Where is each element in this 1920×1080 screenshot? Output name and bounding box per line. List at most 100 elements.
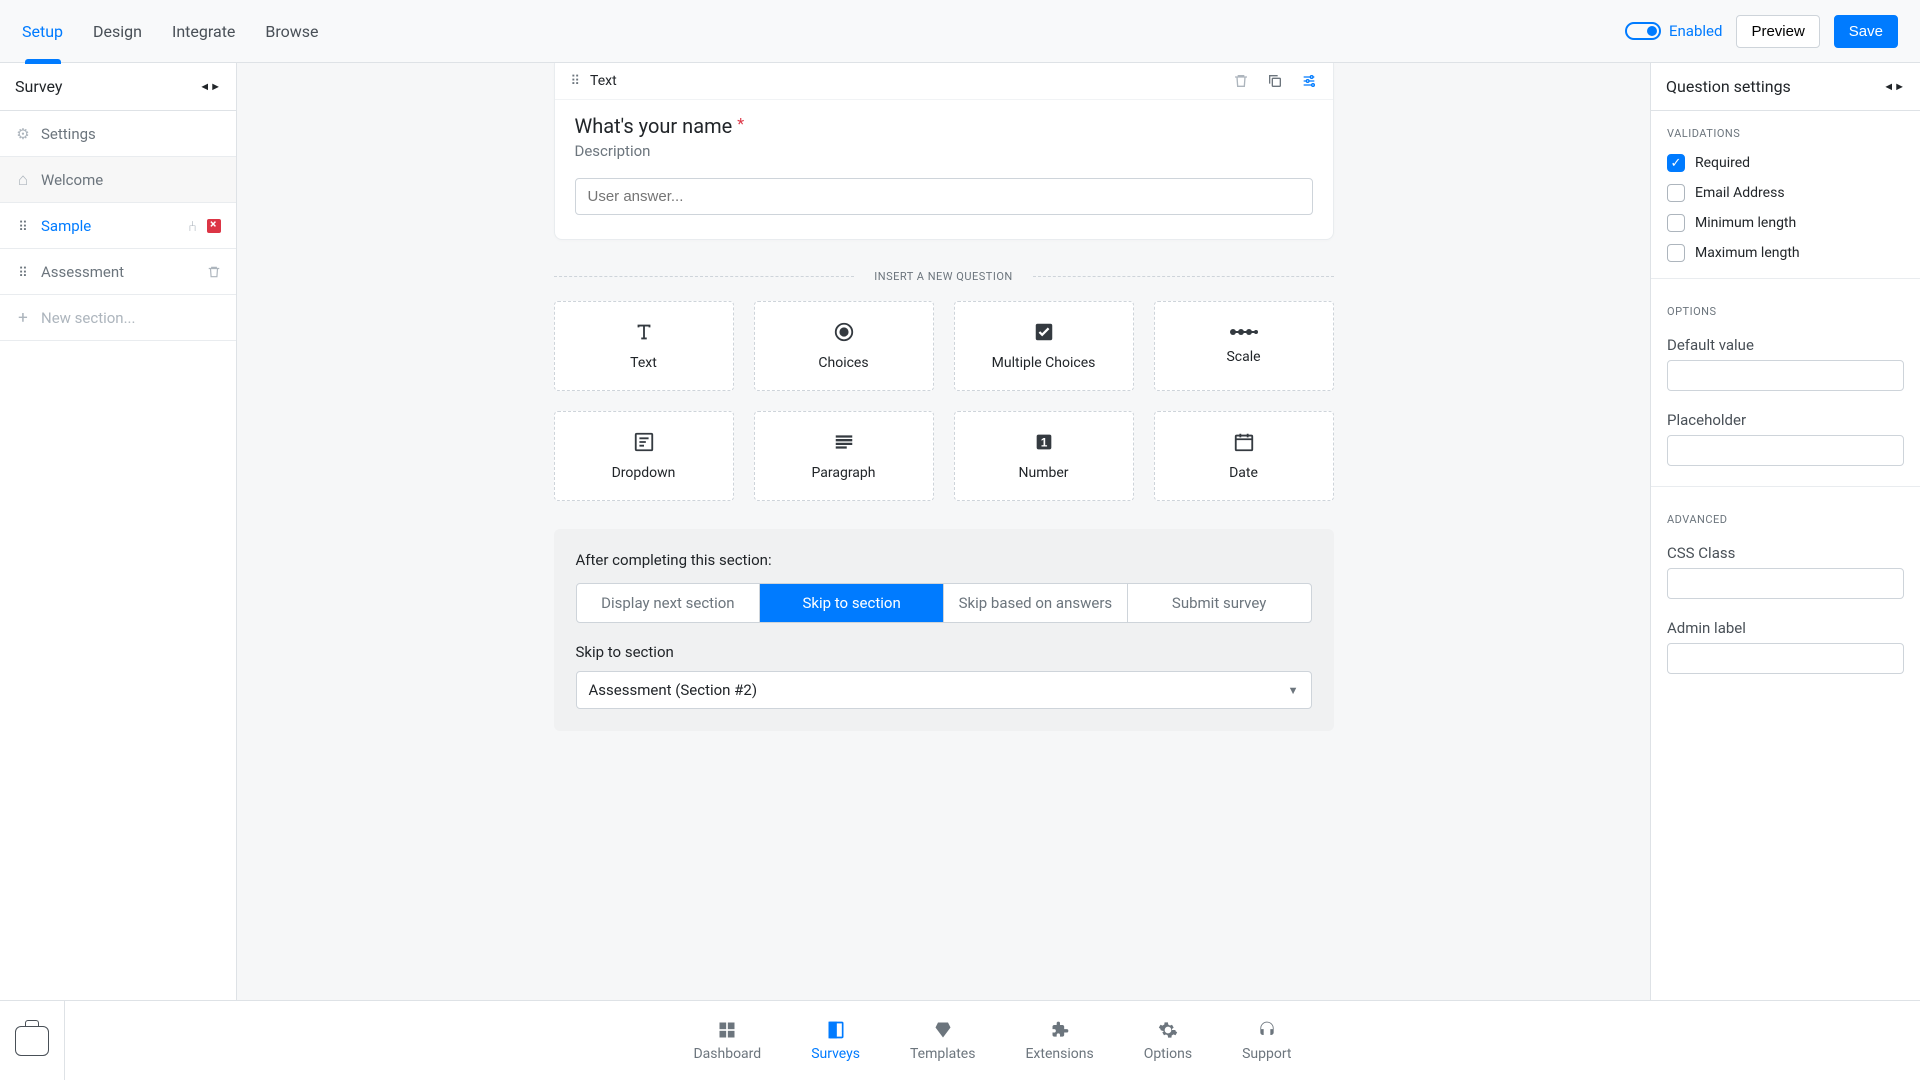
flow-option-skip-section[interactable]: Skip to section: [759, 584, 943, 622]
bottom-nav-templates[interactable]: Templates: [910, 1020, 976, 1062]
question-settings-icon[interactable]: [1301, 73, 1317, 89]
question-card-header: Text: [555, 63, 1333, 100]
checkbox-label: Email Address: [1695, 185, 1785, 201]
svg-text:1: 1: [1040, 436, 1047, 450]
qtype-scale[interactable]: Scale: [1154, 301, 1334, 391]
validation-min-length[interactable]: Minimum length: [1651, 208, 1920, 238]
templates-icon: [933, 1020, 953, 1040]
question-card[interactable]: Text What's your name *: [554, 63, 1334, 240]
briefcase-icon: [15, 1026, 49, 1056]
bottom-nav-label: Templates: [910, 1046, 976, 1062]
app-switcher[interactable]: [0, 1001, 65, 1080]
dashboard-icon: [717, 1020, 737, 1040]
sidebar-new-section[interactable]: New section...: [0, 295, 236, 341]
bottom-nav-extensions[interactable]: Extensions: [1025, 1020, 1093, 1062]
bottom-nav-dashboard[interactable]: Dashboard: [693, 1020, 761, 1062]
sidebar-item-welcome[interactable]: Welcome: [0, 157, 236, 203]
sidebar-item-settings[interactable]: Settings: [0, 111, 236, 157]
default-value-label: Default value: [1651, 326, 1920, 360]
qtype-label: Scale: [1226, 349, 1260, 365]
qtype-choices[interactable]: Choices: [754, 301, 934, 391]
bottom-nav-label: Options: [1144, 1046, 1192, 1062]
flow-option-submit[interactable]: Submit survey: [1127, 584, 1311, 622]
css-class-input[interactable]: [1667, 568, 1904, 599]
skip-to-label: Skip to section: [576, 643, 1312, 661]
options-icon: [1158, 1020, 1178, 1040]
delete-section-icon[interactable]: [207, 265, 221, 279]
question-description[interactable]: Description: [575, 142, 1313, 160]
sidebar-title: Survey: [15, 77, 62, 96]
drag-handle-icon[interactable]: [15, 263, 31, 281]
qtype-label: Date: [1229, 465, 1258, 481]
main-layout: Survey ◄► Settings Welcome Sample Assess…: [0, 63, 1920, 1000]
duplicate-question-icon[interactable]: [1267, 73, 1283, 89]
admin-label-input[interactable]: [1667, 643, 1904, 674]
center-canvas: Text What's your name *: [237, 63, 1650, 1000]
drag-handle-icon[interactable]: [15, 217, 31, 235]
question-title[interactable]: What's your name *: [575, 114, 1313, 138]
flow-option-skip-answers[interactable]: Skip based on answers: [943, 584, 1127, 622]
flow-option-display-next[interactable]: Display next section: [577, 584, 760, 622]
delete-question-icon[interactable]: [1233, 73, 1249, 89]
right-panel-title: Question settings: [1666, 77, 1791, 96]
enabled-toggle[interactable]: [1625, 22, 1661, 40]
sidebar-item-sample[interactable]: Sample: [0, 203, 236, 249]
after-completing-label: After completing this section:: [576, 551, 1312, 569]
surveys-icon: [826, 1020, 846, 1040]
sidebar-item-label: Welcome: [41, 171, 103, 189]
checkbox-label: Maximum length: [1695, 245, 1800, 261]
top-nav-actions: Enabled Preview Save: [1625, 15, 1898, 48]
support-icon: [1257, 1020, 1277, 1040]
css-class-label: CSS Class: [1651, 534, 1920, 568]
save-button[interactable]: Save: [1834, 15, 1898, 48]
options-section-label: OPTIONS: [1651, 289, 1920, 326]
divider-line: [554, 276, 855, 277]
tab-design[interactable]: Design: [93, 2, 142, 61]
answer-input[interactable]: [575, 178, 1313, 215]
qtype-label: Multiple Choices: [992, 355, 1096, 371]
default-value-input[interactable]: [1667, 360, 1904, 391]
preview-button[interactable]: Preview: [1736, 15, 1819, 48]
validation-required[interactable]: Required: [1651, 148, 1920, 178]
collapse-sidebar-icon[interactable]: ◄►: [199, 81, 221, 92]
checkbox-icon: [1667, 214, 1685, 232]
qtype-multiple-choices[interactable]: Multiple Choices: [954, 301, 1134, 391]
text-icon: [633, 321, 655, 343]
qtype-number[interactable]: 1 Number: [954, 411, 1134, 501]
enabled-label: Enabled: [1669, 22, 1722, 40]
home-icon: [15, 170, 31, 190]
tab-browse[interactable]: Browse: [265, 2, 318, 61]
placeholder-input[interactable]: [1667, 435, 1904, 466]
gear-icon: [15, 125, 31, 143]
qtype-text[interactable]: Text: [554, 301, 734, 391]
top-nav: Setup Design Integrate Browse Enabled Pr…: [0, 0, 1920, 63]
insert-divider: INSERT A NEW QUESTION: [554, 270, 1334, 283]
sidebar-item-label: Settings: [41, 125, 96, 143]
skip-to-select[interactable]: Assessment (Section #2) ▼: [576, 671, 1312, 709]
validation-max-length[interactable]: Maximum length: [1651, 238, 1920, 268]
logic-icon[interactable]: [188, 217, 197, 235]
question-types-grid: Text Choices Multiple Choices Scale Drop…: [554, 301, 1334, 501]
extensions-icon: [1050, 1020, 1070, 1040]
right-panel-header: Question settings ◄►: [1651, 63, 1920, 111]
number-icon: 1: [1033, 431, 1055, 453]
bottom-nav-support[interactable]: Support: [1242, 1020, 1291, 1062]
tab-integrate[interactable]: Integrate: [172, 2, 235, 61]
delete-section-icon[interactable]: [207, 219, 221, 233]
paragraph-icon: [833, 431, 855, 453]
bottom-bar: Dashboard Surveys Templates Extensions O…: [0, 1000, 1920, 1080]
qtype-paragraph[interactable]: Paragraph: [754, 411, 934, 501]
drag-handle-icon[interactable]: [571, 73, 581, 89]
collapse-right-icon[interactable]: ◄►: [1883, 81, 1905, 92]
plus-icon: [15, 308, 31, 328]
required-asterisk: *: [737, 114, 744, 133]
bottom-nav-options[interactable]: Options: [1144, 1020, 1192, 1062]
bottom-nav-surveys[interactable]: Surveys: [811, 1020, 860, 1062]
sidebar-item-assessment[interactable]: Assessment: [0, 249, 236, 295]
qtype-label: Paragraph: [812, 465, 876, 481]
qtype-date[interactable]: Date: [1154, 411, 1334, 501]
qtype-dropdown[interactable]: Dropdown: [554, 411, 734, 501]
tab-setup[interactable]: Setup: [22, 2, 63, 61]
bottom-nav-label: Support: [1242, 1046, 1291, 1062]
validation-email[interactable]: Email Address: [1651, 178, 1920, 208]
